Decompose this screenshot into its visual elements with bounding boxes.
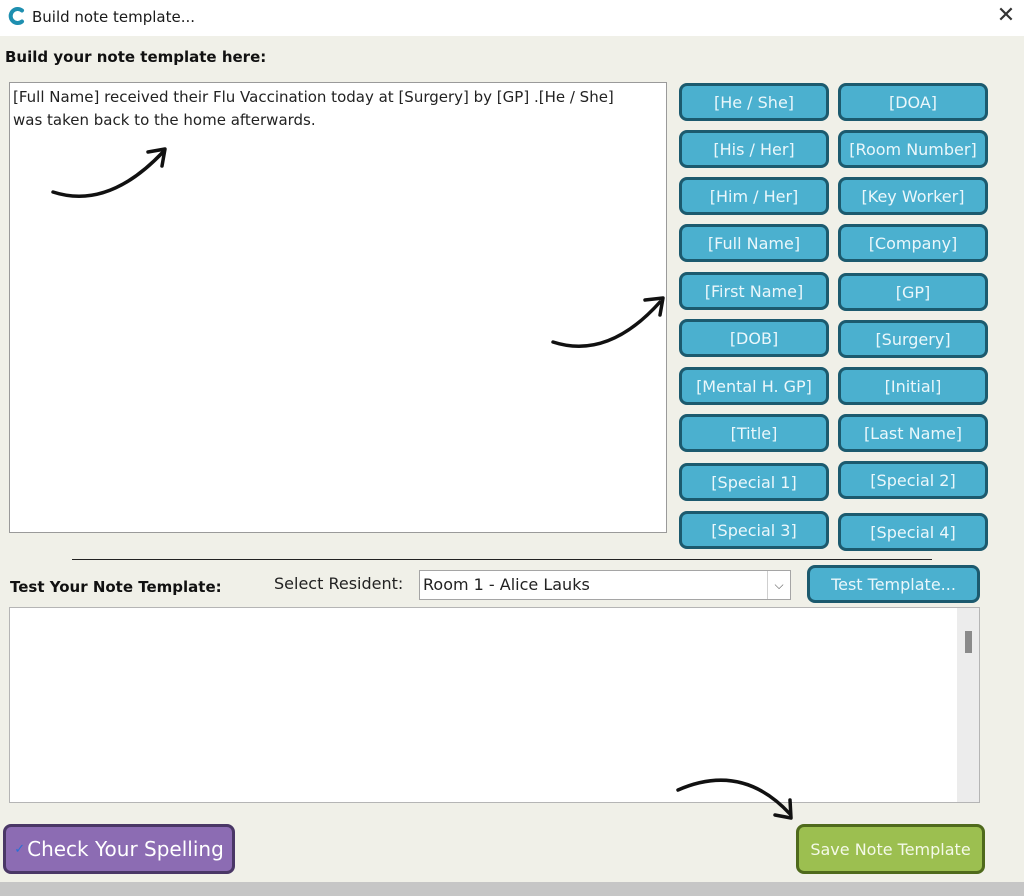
token-special-4-button[interactable]: [Special 4] (838, 513, 988, 551)
resident-select-value: Room 1 - Alice Lauks (423, 575, 590, 594)
token-company-button[interactable]: [Company] (838, 224, 988, 262)
token-last-name-button[interactable]: [Last Name] (838, 414, 988, 452)
token-surgery-button[interactable]: [Surgery] (838, 320, 988, 358)
annotation-arrow-icon (551, 296, 665, 348)
annotation-arrow-icon (51, 147, 167, 198)
token-room-number-button[interactable]: [Room Number] (838, 130, 988, 168)
token-gp-button[interactable]: [GP] (838, 273, 988, 311)
section-divider (72, 559, 932, 560)
token-initial-button[interactable]: [Initial] (838, 367, 988, 405)
token-first-name-button[interactable]: [First Name] (679, 272, 829, 310)
token-special-2-button[interactable]: [Special 2] (838, 461, 988, 499)
test-template-button[interactable]: Test Template... (807, 565, 980, 603)
output-scrollbar[interactable] (957, 608, 979, 802)
check-spelling-button[interactable]: ✓ Check Your Spelling (3, 824, 235, 874)
token-special-3-button[interactable]: [Special 3] (679, 511, 829, 549)
scrollbar-thumb[interactable] (965, 631, 972, 653)
token-his-her-button[interactable]: [His / Her] (679, 130, 829, 168)
save-note-template-button[interactable]: Save Note Template (796, 824, 985, 874)
token-title-button[interactable]: [Title] (679, 414, 829, 452)
token-mental-h-gp-button[interactable]: [Mental H. GP] (679, 367, 829, 405)
window-title: Build note template... (32, 8, 196, 26)
select-resident-label: Select Resident: (274, 574, 404, 593)
token-special-1-button[interactable]: [Special 1] (679, 463, 829, 501)
token-dob-button[interactable]: [DOB] (679, 319, 829, 357)
app-logo-icon (8, 7, 24, 25)
build-template-label: Build your note template here: (5, 48, 267, 66)
check-spelling-label: Check Your Spelling (27, 837, 224, 861)
token-full-name-button[interactable]: [Full Name] (679, 224, 829, 262)
resident-select[interactable]: Room 1 - Alice Lauks ⌵ (419, 570, 791, 600)
annotation-arrow-icon (676, 778, 793, 820)
token-key-worker-button[interactable]: [Key Worker] (838, 177, 988, 215)
token-doa-button[interactable]: [DOA] (838, 83, 988, 121)
test-template-label: Test Your Note Template: (10, 578, 222, 596)
chevron-down-icon[interactable]: ⌵ (767, 571, 790, 599)
title-bar: Build note template... ✕ (0, 0, 1024, 36)
token-he-she-button[interactable]: [He / She] (679, 83, 829, 121)
close-icon[interactable]: ✕ (992, 2, 1020, 30)
spellcheck-icon: ✓ (14, 841, 26, 857)
test-output-box[interactable] (9, 607, 980, 803)
token-him-her-button[interactable]: [Him / Her] (679, 177, 829, 215)
bottom-strip (0, 882, 1024, 896)
